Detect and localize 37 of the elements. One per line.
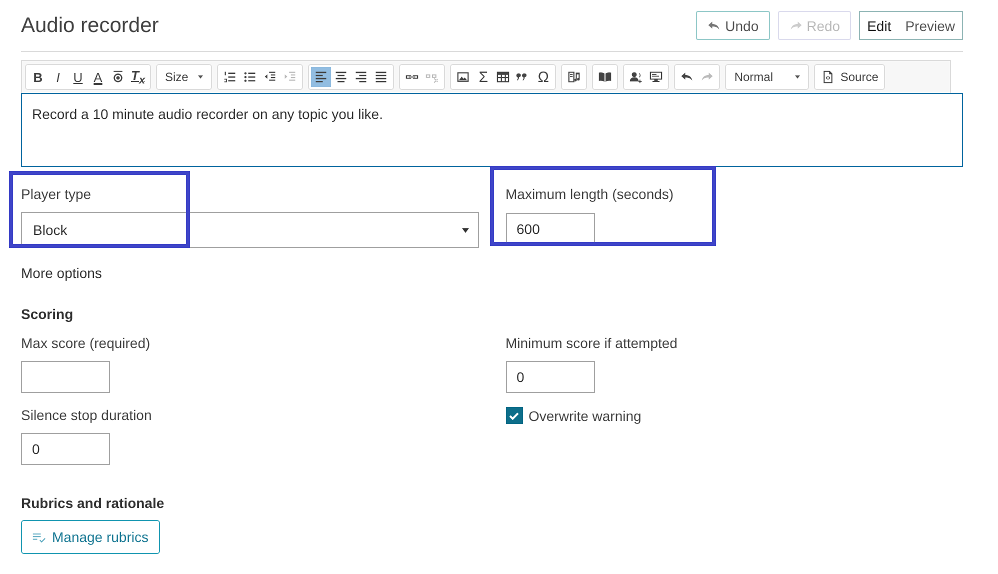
- max-length-input[interactable]: 600: [506, 213, 594, 245]
- format-button[interactable]: T$_{x}$: [128, 67, 148, 87]
- toolbar-dropdown[interactable]: Size: [159, 67, 210, 87]
- document-icon: [821, 70, 836, 84]
- list-check-icon: [32, 532, 46, 542]
- more-options-link[interactable]: More options: [21, 265, 963, 281]
- section-heading: Rubrics and rationale: [21, 495, 166, 511]
- format-button[interactable]: U: [68, 67, 88, 87]
- player-type-select[interactable]: Block: [21, 212, 478, 248]
- caret-icon: [198, 75, 204, 79]
- format-button[interactable]: Ω: [533, 67, 554, 87]
- min-score-input[interactable]: 0: [506, 361, 594, 393]
- caret-icon: [795, 75, 800, 79]
- format-button[interactable]: A: [88, 67, 108, 87]
- field-label: Silence stop duration: [21, 407, 153, 423]
- field-label: Max score (required): [21, 335, 152, 351]
- max-score-input[interactable]: [21, 361, 110, 393]
- toolbar-dropdown[interactable]: Normal: [728, 67, 806, 87]
- check-icon: [508, 410, 520, 422]
- checkbox[interactable]: [506, 407, 522, 424]
- format-button[interactable]: I: [48, 67, 68, 87]
- editor-text: Record a 10 minute audio recorder on any topic you like.: [32, 106, 383, 122]
- undo-button[interactable]: Undo: [696, 11, 770, 40]
- source-button[interactable]: Source: [817, 67, 882, 87]
- align-left-icon[interactable]: [311, 67, 332, 87]
- field-label: Maximum length (seconds): [506, 186, 675, 202]
- manage-rubrics-button[interactable]: Manage rubrics: [21, 520, 160, 554]
- checkbox-label: Overwrite warning: [528, 408, 642, 424]
- field-label: Player type: [21, 186, 92, 202]
- format-button[interactable]: B: [28, 67, 48, 87]
- format-button[interactable]: Σ: [473, 67, 494, 87]
- silence-duration-input[interactable]: 0: [21, 433, 110, 465]
- section-heading: Scoring: [21, 306, 74, 322]
- page-title: Audio recorder: [21, 14, 159, 38]
- caret-icon: [462, 228, 468, 232]
- text-editor[interactable]: Record a 10 minute audio recorder on any topic you like.: [21, 93, 963, 167]
- field-label: Minimum score if attempted: [506, 335, 678, 351]
